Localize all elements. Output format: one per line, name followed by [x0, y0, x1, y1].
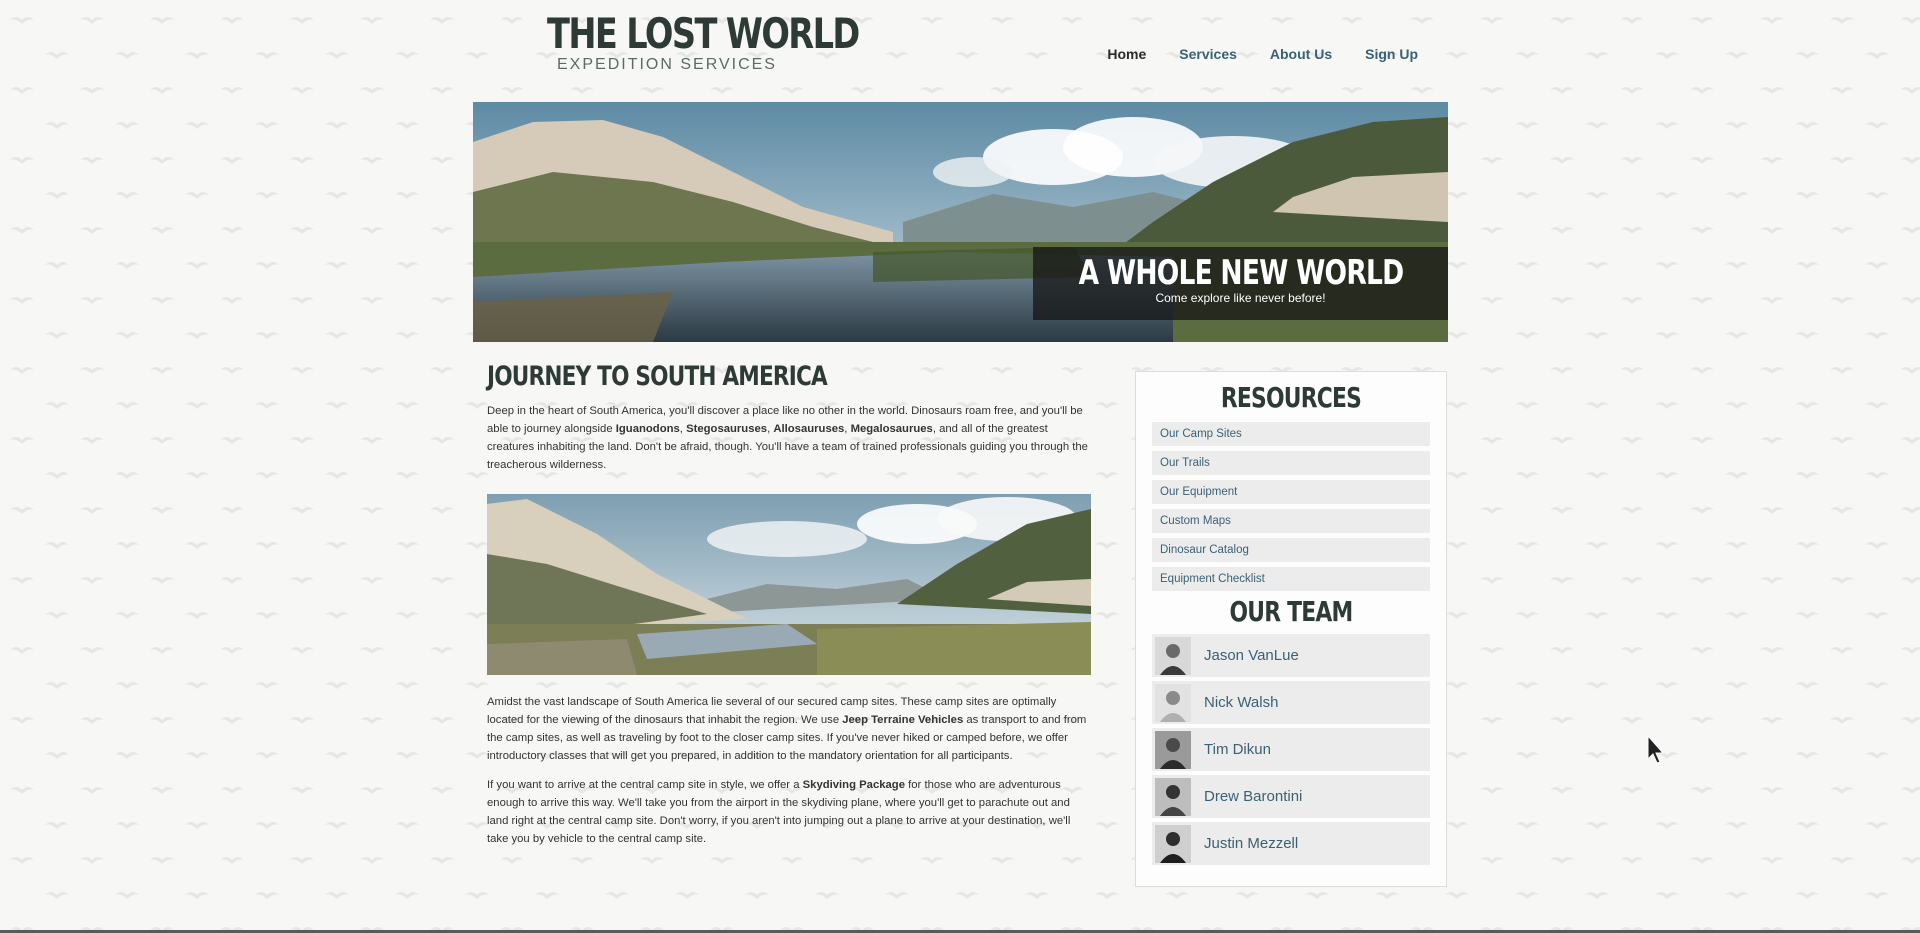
resource-link-custom-maps[interactable]: Custom Maps: [1152, 509, 1430, 533]
main-nav: Home Services About Us Sign Up: [1107, 46, 1418, 62]
team-member[interactable]: Nick Walsh: [1152, 681, 1430, 724]
landscape-image: [487, 494, 1091, 675]
resource-link-trails[interactable]: Our Trails: [1152, 451, 1430, 475]
nav-about-us[interactable]: About Us: [1270, 46, 1332, 62]
resources-title: RESOURCES: [1220, 381, 1362, 414]
avatar: [1155, 777, 1191, 816]
nav-sign-up[interactable]: Sign Up: [1365, 46, 1418, 62]
hero-subtitle: Come explore like never before!: [1155, 291, 1326, 305]
team-member-name: Drew Barontini: [1204, 788, 1303, 805]
mouse-cursor-icon: [1647, 735, 1665, 764]
team-member[interactable]: Drew Barontini: [1152, 775, 1430, 818]
team-member-name: Nick Walsh: [1204, 694, 1279, 711]
avatar: [1155, 824, 1191, 863]
nav-services[interactable]: Services: [1179, 46, 1237, 62]
resource-link-equipment-checklist[interactable]: Equipment Checklist: [1152, 567, 1430, 591]
team-list: Jason VanLue Nick Walsh Tim Dikun Drew B…: [1152, 634, 1430, 865]
team-title: OUR TEAM: [1229, 595, 1354, 628]
sidebar: RESOURCES Our Camp Sites Our Trails Our …: [1135, 371, 1447, 887]
resources-list: Our Camp Sites Our Trails Our Equipment …: [1152, 422, 1430, 591]
intro-paragraph: Deep in the heart of South America, you'…: [487, 405, 1088, 471]
nav-home[interactable]: Home: [1107, 46, 1146, 62]
resource-link-equipment[interactable]: Our Equipment: [1152, 480, 1430, 504]
avatar: [1155, 636, 1191, 675]
team-member-name: Justin Mezzell: [1204, 835, 1299, 852]
logo-subtitle: EXPEDITION SERVICES: [557, 56, 777, 73]
main-content: JOURNEY TO SOUTH AMERICA Deep in the hea…: [487, 360, 1091, 848]
hero-caption: A WHOLE NEW WORLD Come explore like neve…: [1033, 247, 1448, 320]
camp-sites-paragraph: Amidst the vast landscape of South Ameri…: [487, 696, 1087, 762]
resource-link-camp-sites[interactable]: Our Camp Sites: [1152, 422, 1430, 446]
team-member[interactable]: Tim Dikun: [1152, 728, 1430, 771]
team-member-name: Jason VanLue: [1204, 647, 1299, 664]
team-member-name: Tim Dikun: [1204, 741, 1271, 758]
logo-title: THE LOST WORLD: [547, 9, 860, 58]
team-member[interactable]: Justin Mezzell: [1152, 822, 1430, 865]
site-logo[interactable]: THE LOST WORLD EXPEDITION SERVICES: [517, 9, 860, 74]
hero-title: A WHOLE NEW WORLD: [1078, 253, 1404, 293]
hero-banner: A WHOLE NEW WORLD Come explore like neve…: [473, 102, 1448, 342]
avatar: [1155, 730, 1191, 769]
resource-link-dinosaur-catalog[interactable]: Dinosaur Catalog: [1152, 538, 1430, 562]
page-title: JOURNEY TO SOUTH AMERICA: [487, 361, 828, 392]
team-member[interactable]: Jason VanLue: [1152, 634, 1430, 677]
skydiving-paragraph: If you want to arrive at the central cam…: [487, 779, 1071, 845]
avatar: [1155, 683, 1191, 722]
page-container: THE LOST WORLD EXPEDITION SERVICES Home …: [473, 0, 1448, 933]
